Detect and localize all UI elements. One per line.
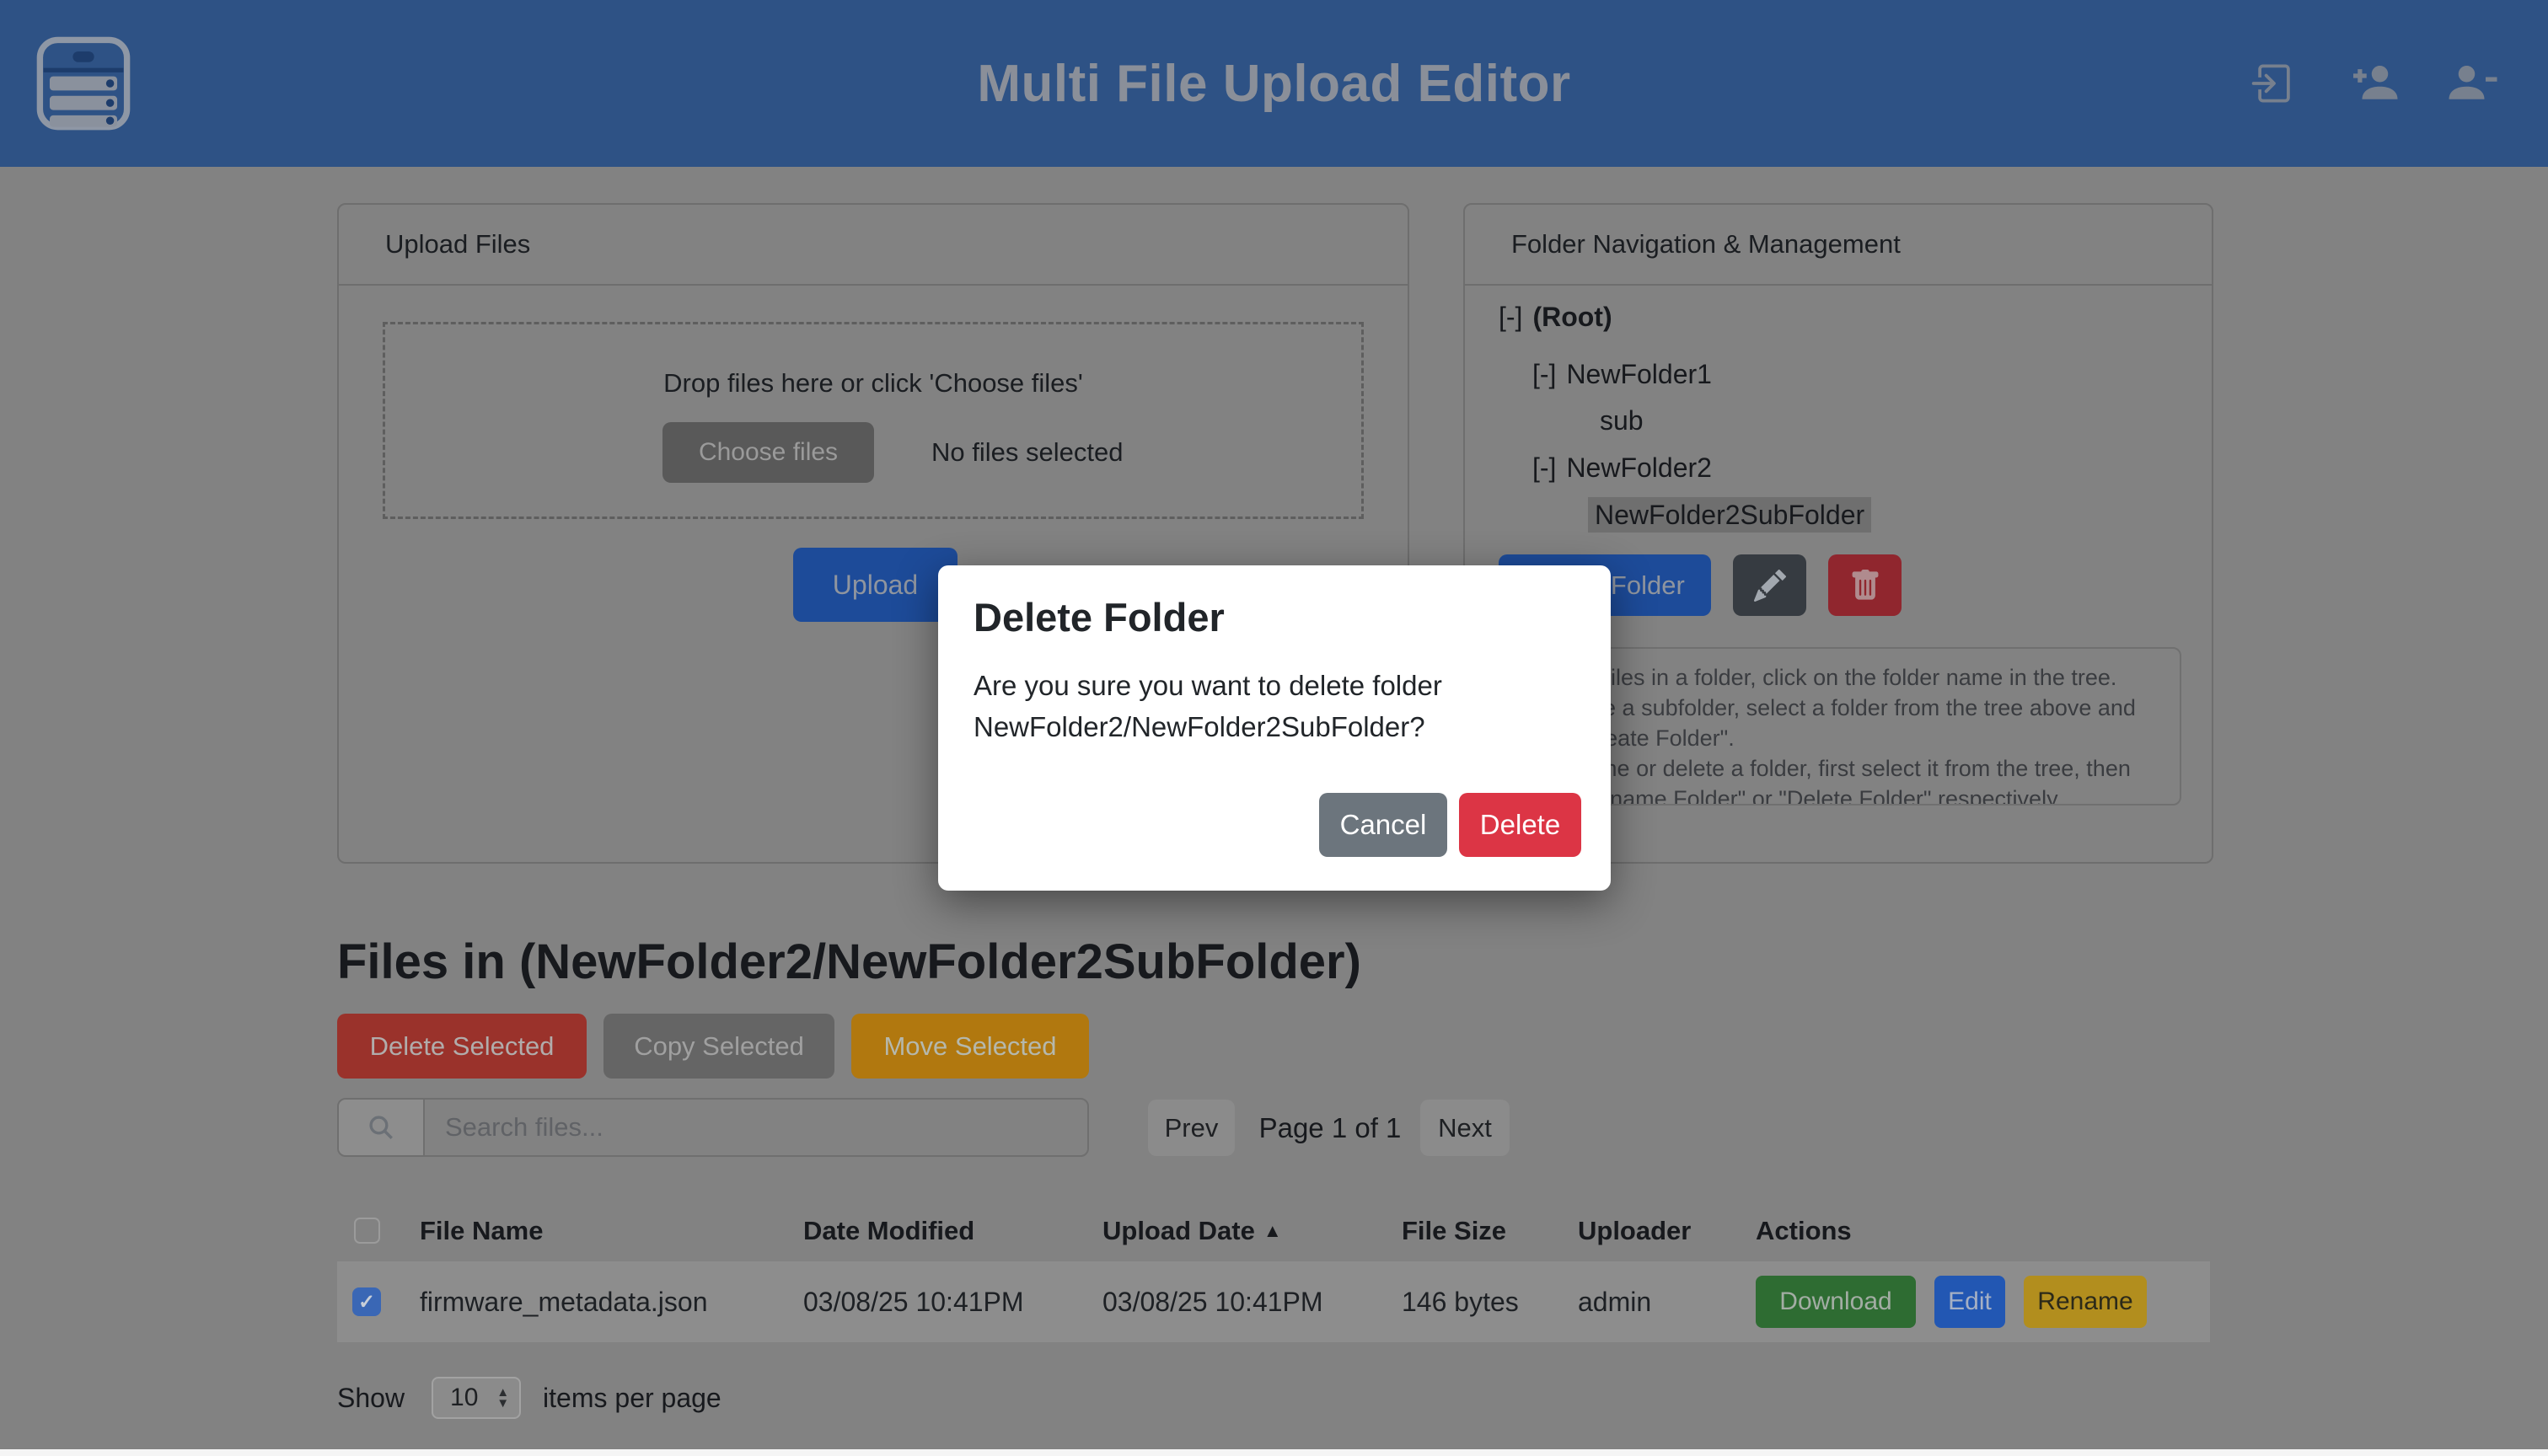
tree-collapse-toggle[interactable]: [-] [1532, 359, 1556, 389]
copy-selected-button[interactable]: Copy Selected [603, 1014, 834, 1079]
delete-folder-button[interactable] [1828, 554, 1902, 616]
download-button[interactable]: Download [1756, 1276, 1916, 1328]
page-size-select[interactable]: 10 ▲ ▼ [432, 1377, 521, 1419]
edit-button[interactable]: Edit [1934, 1276, 2005, 1328]
dialog-title: Delete Folder [974, 594, 1225, 640]
tree-item-newfolder1[interactable]: [-]NewFolder1 [1532, 355, 1712, 393]
column-header-file-name[interactable]: File Name [420, 1205, 543, 1257]
dropzone-hint: Drop files here or click 'Choose files' [385, 368, 1361, 399]
files-section-heading: Files in (NewFolder2/NewFolder2SubFolder… [337, 934, 1361, 990]
pencil-icon [1754, 570, 1786, 602]
server-logo-icon [34, 34, 133, 133]
stepper-arrows-icon[interactable]: ▲ ▼ [496, 1387, 509, 1409]
delete-selected-button[interactable]: Delete Selected [337, 1014, 587, 1079]
dialog-message: Are you sure you want to delete folder N… [974, 665, 1442, 747]
page-title: Multi File Upload Editor [0, 0, 2548, 167]
no-files-selected-text: No files selected [931, 422, 1123, 483]
bulk-action-buttons: Delete Selected Copy Selected Move Selec… [337, 1014, 1089, 1079]
tree-item-newfolder2[interactable]: [-]NewFolder2 [1532, 448, 1712, 487]
tree-item-root[interactable]: [-](Root) [1499, 297, 1612, 336]
row-checkbox[interactable]: ✓ [352, 1287, 381, 1316]
next-page-button[interactable]: Next [1420, 1100, 1510, 1156]
folder-panel-title: Folder Navigation & Management [1465, 205, 2212, 286]
login-icon[interactable] [2248, 57, 2300, 110]
tree-collapse-toggle[interactable]: [-] [1499, 302, 1522, 332]
upload-panel-title: Upload Files [339, 205, 1408, 286]
cell-file-name: firmware_metadata.json [420, 1261, 707, 1342]
tree-collapse-toggle[interactable]: [-] [1532, 452, 1556, 483]
app-header: Multi File Upload Editor [0, 0, 2548, 167]
column-header-uploader[interactable]: Uploader [1578, 1205, 1691, 1257]
tree-item-sub[interactable]: sub [1600, 401, 1644, 440]
add-user-icon[interactable] [2347, 57, 2400, 110]
file-search [337, 1098, 1089, 1157]
cancel-button[interactable]: Cancel [1319, 793, 1447, 857]
cell-file-size: 146 bytes [1402, 1261, 1519, 1342]
column-header-upload-date[interactable]: Upload Date ▲ [1102, 1205, 1282, 1257]
trash-icon [1849, 570, 1881, 602]
move-selected-button[interactable]: Move Selected [851, 1014, 1089, 1079]
confirm-delete-button[interactable]: Delete [1459, 793, 1581, 857]
show-label: Show [337, 1383, 405, 1414]
remove-user-icon[interactable] [2447, 57, 2499, 110]
search-input[interactable] [425, 1100, 1087, 1155]
page-bottom-strip [0, 1449, 2548, 1456]
file-dropzone[interactable]: Drop files here or click 'Choose files' … [383, 322, 1364, 519]
column-header-actions: Actions [1756, 1205, 1852, 1257]
choose-files-button[interactable]: Choose files [662, 422, 874, 483]
column-header-date-modified[interactable]: Date Modified [803, 1205, 974, 1257]
sort-ascending-icon: ▲ [1263, 1220, 1282, 1242]
items-per-page-label: items per page [543, 1383, 721, 1414]
select-all-checkbox[interactable] [354, 1218, 380, 1244]
page-status: Page 1 of 1 [1246, 1100, 1414, 1156]
cell-date-modified: 03/08/25 10:41PM [803, 1261, 1024, 1342]
cell-uploader: admin [1578, 1261, 1651, 1342]
tree-item-newfolder2subfolder[interactable]: NewFolder2SubFolder [1588, 495, 1871, 534]
column-header-file-size[interactable]: File Size [1402, 1205, 1506, 1257]
prev-page-button[interactable]: Prev [1148, 1100, 1235, 1156]
search-icon [339, 1100, 425, 1155]
rename-folder-button[interactable] [1733, 554, 1806, 616]
selected-tree-item[interactable]: NewFolder2SubFolder [1588, 497, 1871, 533]
upload-button[interactable]: Upload [793, 548, 958, 622]
header-actions [2248, 0, 2499, 167]
check-icon: ✓ [358, 1290, 375, 1314]
cell-upload-date: 03/08/25 10:41PM [1102, 1261, 1323, 1342]
table-row: ✓ firmware_metadata.json 03/08/25 10:41P… [337, 1261, 2210, 1342]
file-table-header: File Name Date Modified Upload Date ▲ Fi… [337, 1205, 2210, 1257]
dialog-buttons: Cancel Delete [1319, 793, 1581, 857]
app-screen: Multi File Upload Editor [0, 0, 2548, 1456]
page-size-control: Show 10 ▲ ▼ items per page [337, 1377, 721, 1419]
delete-folder-dialog: Delete Folder Are you sure you want to d… [938, 565, 1611, 891]
rename-button[interactable]: Rename [2024, 1276, 2147, 1328]
